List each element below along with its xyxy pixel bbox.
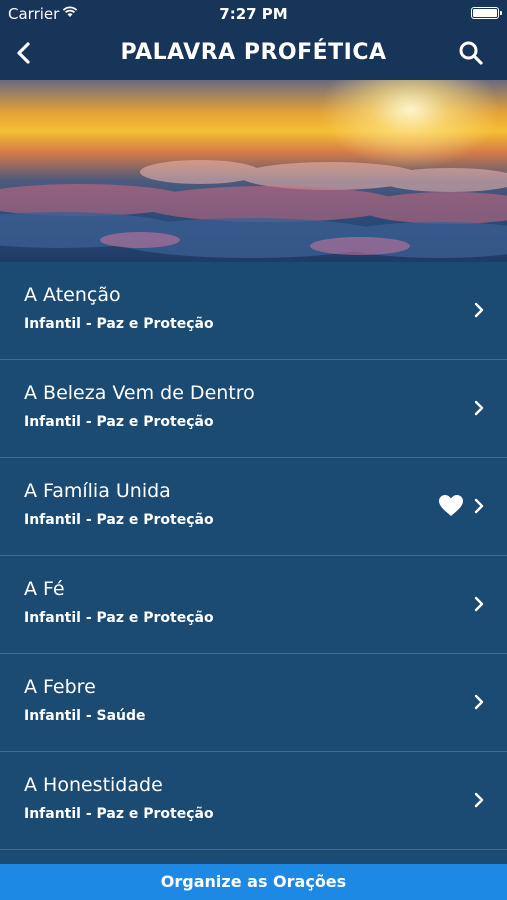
- list-item[interactable]: A Honestidade Infantil - Paz e Proteção: [0, 752, 507, 850]
- list-item[interactable]: A Beleza Vem de Dentro Infantil - Paz e …: [0, 360, 507, 458]
- item-title: A Febre: [24, 676, 96, 698]
- item-subtitle: Infantil - Paz e Proteção: [24, 414, 214, 430]
- list-item[interactable]: A Família Unida Infantil - Paz e Proteçã…: [0, 458, 507, 556]
- item-title: A Família Unida: [24, 480, 171, 502]
- list-item[interactable]: A Febre Infantil - Saúde: [0, 654, 507, 752]
- item-title: A Atenção: [24, 284, 121, 306]
- list-item[interactable]: A Atenção Infantil - Paz e Proteção: [0, 262, 507, 360]
- chevron-right-icon: [474, 596, 484, 612]
- navigation-bar: PALAVRA PROFÉTICA: [0, 28, 507, 80]
- clock: 7:27 PM: [219, 5, 288, 23]
- item-title: A Beleza Vem de Dentro: [24, 382, 255, 404]
- battery-icon: [471, 7, 502, 19]
- list-item[interactable]: A Fé Infantil - Paz e Proteção: [0, 556, 507, 654]
- item-subtitle: Infantil - Paz e Proteção: [24, 316, 214, 332]
- prayer-list: A Atenção Infantil - Paz e Proteção A Be…: [0, 262, 507, 850]
- item-subtitle: Infantil - Paz e Proteção: [24, 610, 214, 626]
- sky-banner-image: [0, 80, 507, 262]
- search-icon[interactable]: [457, 39, 485, 67]
- organize-prayers-button[interactable]: Organize as Orações: [0, 864, 507, 900]
- item-subtitle: Infantil - Saúde: [24, 708, 146, 724]
- chevron-right-icon: [474, 400, 484, 416]
- chevron-right-icon: [474, 694, 484, 710]
- chevron-right-icon: [474, 792, 484, 808]
- favorite-heart-icon[interactable]: [438, 494, 464, 518]
- item-subtitle: Infantil - Paz e Proteção: [24, 806, 214, 822]
- item-title: A Honestidade: [24, 774, 163, 796]
- clouds-illustration: [0, 160, 507, 258]
- chevron-right-icon: [474, 498, 484, 514]
- chevron-right-icon: [474, 302, 484, 318]
- page-title: PALAVRA PROFÉTICA: [120, 40, 387, 65]
- item-title: A Fé: [24, 578, 65, 600]
- status-bar: Carrier 7:27 PM: [0, 0, 507, 28]
- item-subtitle: Infantil - Paz e Proteção: [24, 512, 214, 528]
